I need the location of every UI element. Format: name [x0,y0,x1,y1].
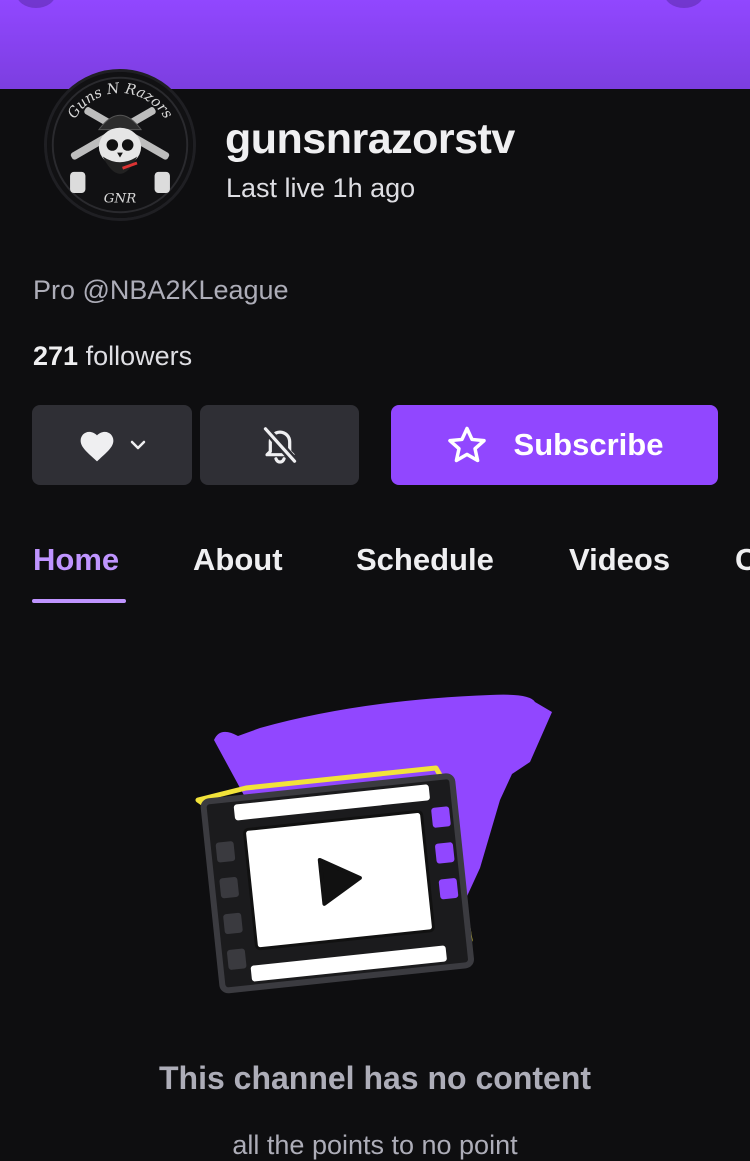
subscribe-button[interactable]: Subscribe [391,405,718,485]
subscribe-label: Subscribe [513,427,664,462]
svg-text:GNR: GNR [104,192,137,207]
tab-videos[interactable]: Videos [569,542,670,578]
avatar[interactable]: Guns N Razors GNR [44,69,196,221]
channel-tabs: Home About Schedule Videos C [0,530,750,606]
empty-state-subtitle: all the points to no point [232,1130,518,1160]
banner-menu-button-edge[interactable] [664,0,704,8]
channel-bio: Pro @NBA2KLeague [33,275,289,305]
heart-icon [80,431,114,462]
empty-state-title: This channel has no content [158,1060,592,1096]
chevron-down-icon[interactable] [129,439,147,451]
followers-number: 271 [33,341,79,371]
channel-name: gunsnrazorstv [225,115,515,163]
banner-back-button-edge[interactable] [16,0,56,8]
followers-label: followers [85,341,193,371]
followers-count: 271 followers [33,341,192,372]
bell-off-icon [260,424,299,466]
channel-logo: Guns N Razors GNR [47,72,193,218]
active-tab-indicator [32,599,126,603]
empty-state-illustration [190,690,560,1010]
tab-about[interactable]: About [193,542,283,578]
tab-schedule[interactable]: Schedule [356,542,494,578]
star-icon [447,426,486,463]
notifications-button[interactable] [200,405,359,485]
last-live-status: Last live 1h ago [226,173,416,203]
tab-home[interactable]: Home [33,542,119,578]
tab-collections-partial[interactable]: C [735,542,750,578]
film-play-icon [195,694,552,994]
follow-button[interactable] [32,405,192,485]
